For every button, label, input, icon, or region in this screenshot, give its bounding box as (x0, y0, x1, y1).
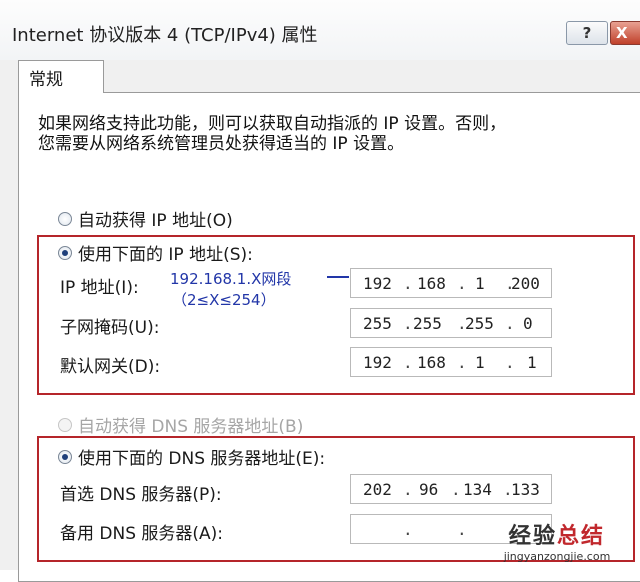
octet-separator: . (457, 274, 467, 293)
ip-octet-4: 200 (511, 274, 540, 293)
subnet-octet-1: 255 (363, 314, 392, 333)
subnet-octet-2: 255 (413, 314, 442, 333)
default-gateway-label: 默认网关(D): (60, 357, 161, 377)
description-text: 如果网络支持此功能，则可以获取自动指派的 IP 设置。否则， 您需要从网络系统管… (38, 114, 628, 154)
octet-separator: . (505, 314, 515, 333)
gateway-octet-4: 1 (527, 353, 537, 372)
help-button[interactable]: ? (566, 21, 608, 45)
description-line-1: 如果网络支持此功能，则可以获取自动指派的 IP 设置。否则， (38, 114, 507, 134)
help-icon: ? (582, 24, 592, 42)
ip-address-label: IP 地址(I): (60, 278, 139, 298)
watermark-text-black: 经验 (508, 524, 557, 549)
watermark-logo: 经验总结 jingyanzongjie.com (482, 518, 632, 563)
octet-separator: . (451, 480, 461, 499)
subnet-mask-field[interactable]: 255 . 255 . 255 . 0 (350, 308, 552, 338)
subnet-octet-3: 255 (465, 314, 494, 333)
radio-button-disabled-icon[interactable] (58, 417, 72, 432)
octet-separator: . (457, 353, 467, 372)
radio-button-icon[interactable] (58, 211, 72, 226)
dns1-octet-4: 133 (511, 480, 540, 499)
close-button[interactable]: X (610, 21, 640, 45)
octet-separator: . (403, 353, 413, 372)
ip-octet-2: 168 (417, 274, 446, 293)
octet-separator: . (457, 520, 467, 539)
dns1-octet-3: 134 (463, 480, 492, 499)
radio-auto-ip-label: 自动获得 IP 地址(O) (78, 211, 233, 231)
annotation-connector-line (327, 276, 349, 278)
default-gateway-field[interactable]: 192 . 168 . 1 . 1 (350, 347, 552, 377)
description-line-2: 您需要从网络系统管理员处获得适当的 IP 设置。 (38, 134, 405, 154)
radio-manual-ip-label: 使用下面的 IP 地址(S): (78, 245, 253, 265)
gateway-octet-3: 1 (475, 353, 485, 372)
ip-octet-1: 192 (363, 274, 392, 293)
alternate-dns-label: 备用 DNS 服务器(A): (60, 524, 224, 544)
gateway-octet-1: 192 (363, 353, 392, 372)
close-icon: X (616, 24, 628, 42)
octet-separator: . (403, 274, 413, 293)
preferred-dns-field[interactable]: 202 . 96 . 134 . 133 (350, 474, 552, 504)
ip-octet-3: 1 (475, 274, 485, 293)
radio-manual-dns[interactable]: 使用下面的 DNS 服务器地址(E): (58, 444, 325, 469)
radio-button-selected-icon[interactable] (58, 245, 72, 260)
watermark-title: 经验总结 (482, 518, 632, 550)
radio-auto-dns[interactable]: 自动获得 DNS 服务器地址(B) (58, 412, 303, 437)
octet-separator: . (403, 314, 413, 333)
title-bar: Internet 协议版本 4 (TCP/IPv4) 属性 ? X (0, 0, 640, 60)
radio-manual-dns-label: 使用下面的 DNS 服务器地址(E): (78, 449, 326, 469)
subnet-mask-label: 子网掩码(U): (60, 318, 160, 338)
radio-auto-ip[interactable]: 自动获得 IP 地址(O) (58, 206, 233, 231)
preferred-dns-label: 首选 DNS 服务器(P): (60, 485, 222, 505)
gateway-octet-2: 168 (417, 353, 446, 372)
ip-address-field[interactable]: 192 . 168 . 1 . 200 (350, 268, 552, 298)
octet-separator: . (403, 520, 413, 539)
radio-button-selected-icon[interactable] (58, 449, 72, 464)
subnet-octet-4: 0 (523, 314, 533, 333)
dns1-octet-2: 96 (419, 480, 439, 499)
dns1-octet-1: 202 (363, 480, 392, 499)
radio-manual-ip[interactable]: 使用下面的 IP 地址(S): (58, 240, 253, 265)
window-title: Internet 协议版本 4 (TCP/IPv4) 属性 (12, 25, 318, 46)
watermark-text-red: 总结 (557, 524, 606, 549)
octet-separator: . (403, 480, 413, 499)
annotation-subnet-range: 192.168.1.X网段 (170, 270, 292, 288)
annotation-x-range: （2≤X≤254） (172, 291, 276, 309)
watermark-url: jingyanzongjie.com (503, 550, 611, 563)
octet-separator: . (505, 353, 515, 372)
tab-general[interactable]: 常规 (18, 60, 104, 93)
radio-auto-dns-label: 自动获得 DNS 服务器地址(B) (78, 417, 304, 437)
